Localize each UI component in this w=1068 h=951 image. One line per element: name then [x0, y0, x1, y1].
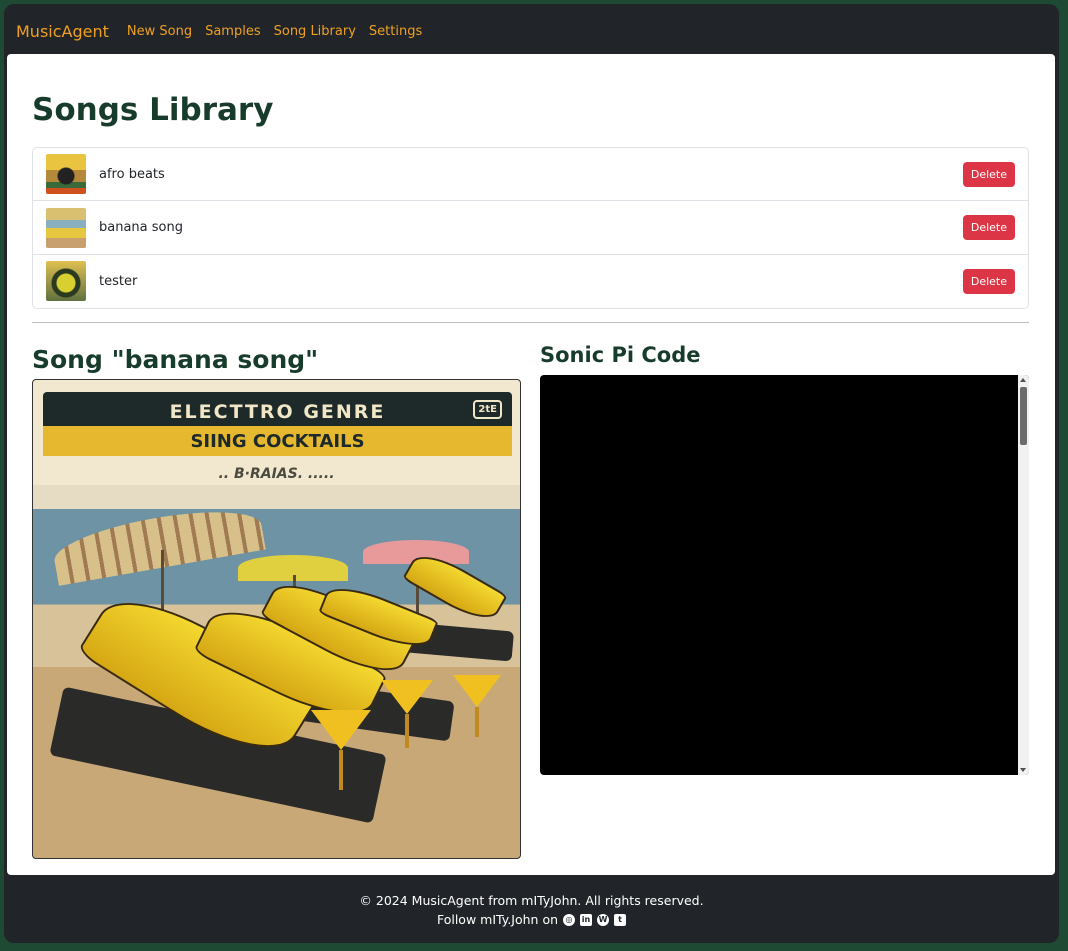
song-name[interactable]: tester — [99, 274, 963, 289]
song-heading: Song "banana song" — [32, 345, 319, 374]
linkedin-icon[interactable]: in — [580, 913, 593, 926]
delete-button[interactable]: Delete — [962, 215, 1015, 241]
cocktail-glass — [381, 680, 433, 714]
song-name[interactable]: afro beats — [99, 167, 963, 182]
copyright-text: © 2024 MusicAgent from mITyJohn. All rig… — [359, 893, 704, 908]
code-heading: Sonic Pi Code — [540, 343, 701, 367]
navbar: MusicAgent New Song Samples Song Library… — [4, 4, 1059, 58]
follow-line: Follow mITy.John on ◎ in W t — [4, 912, 1059, 927]
app-window: MusicAgent New Song Samples Song Library… — [4, 4, 1059, 943]
twitter-icon[interactable]: t — [614, 913, 627, 926]
footer: © 2024 MusicAgent from mITyJohn. All rig… — [4, 893, 1059, 927]
delete-button[interactable]: Delete — [962, 161, 1015, 187]
glass-stem — [405, 714, 409, 748]
album-cover-image: ELECTTRO GENRE 2tE SIING COCKTAILS .. B·… — [32, 379, 521, 859]
follow-text: Follow mITy.John on — [436, 912, 559, 927]
delete-button[interactable]: Delete — [962, 268, 1015, 294]
scroll-thumb[interactable] — [1020, 387, 1027, 445]
nav-song-library[interactable]: Song Library — [274, 24, 356, 39]
page-title: Songs Library — [32, 92, 274, 128]
glass-stem — [339, 750, 343, 790]
instagram-icon[interactable]: ◎ — [563, 913, 576, 926]
wordpress-icon[interactable]: W — [597, 913, 610, 926]
cocktail-glass — [311, 710, 371, 750]
nav-new-song[interactable]: New Song — [127, 24, 192, 39]
cocktail-glass — [453, 675, 501, 707]
main-content: Songs Library afro beats Delete banana s… — [7, 54, 1055, 875]
song-row-afro-beats[interactable]: afro beats Delete — [33, 148, 1028, 202]
cover-title: ELECTTRO GENRE — [169, 401, 386, 423]
cover-subtitle: SIING COCKTAILS — [190, 430, 365, 452]
glass-stem — [475, 707, 479, 737]
nav-samples[interactable]: Samples — [205, 24, 261, 39]
song-row-banana-song[interactable]: banana song Delete — [33, 201, 1028, 255]
brand-link[interactable]: MusicAgent — [16, 22, 109, 41]
song-list: afro beats Delete banana song Delete tes… — [32, 147, 1029, 309]
nav-settings[interactable]: Settings — [369, 24, 422, 39]
code-scrollbar[interactable] — [1018, 375, 1029, 775]
song-thumbnail — [46, 154, 86, 195]
song-name[interactable]: banana song — [99, 220, 963, 235]
song-thumbnail — [46, 261, 86, 302]
song-row-tester[interactable]: tester Delete — [33, 255, 1028, 308]
code-block[interactable] — [540, 375, 1029, 775]
divider — [32, 322, 1029, 323]
cover-badge: 2tE — [473, 400, 502, 419]
cover-caption: .. B·RAIAS. ..... — [218, 466, 335, 482]
cover-subtitle-band: SIING COCKTAILS — [43, 426, 512, 456]
song-thumbnail — [46, 207, 86, 248]
scroll-up-icon[interactable] — [1020, 378, 1026, 382]
umbrella-shape — [50, 500, 266, 586]
scroll-down-icon[interactable] — [1020, 768, 1026, 772]
